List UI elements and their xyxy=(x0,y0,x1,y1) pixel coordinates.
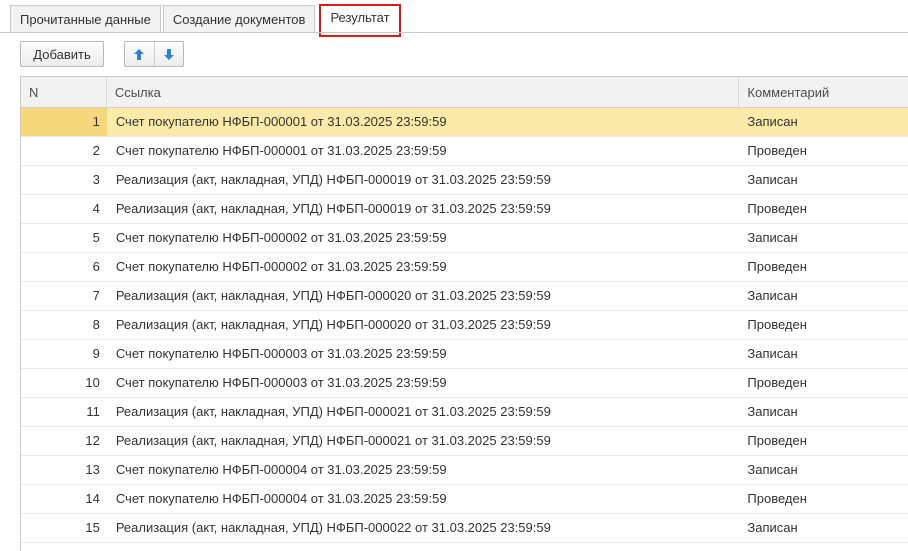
result-table: N Ссылка Комментарий 1 Счет покупателю НФ… xyxy=(20,76,908,551)
table-row[interactable]: 15 Реализация (акт, накладная, УПД) НФБП-… xyxy=(21,514,908,543)
row-link: Счет покупателю НФБП-000003 от 31.03.202… xyxy=(115,375,447,390)
row-comment: Проведен xyxy=(747,491,807,506)
table-row[interactable]: 14 Счет покупателю НФБП-000004 от 31.03.2… xyxy=(21,485,908,514)
row-comment: Записан xyxy=(747,288,798,303)
tab-read-data[interactable]: Прочитанные данные xyxy=(10,5,161,33)
row-link: Счет покупателю НФБП-000001 от 31.03.202… xyxy=(115,143,447,158)
row-link: Счет покупателю НФБП-000004 от 31.03.202… xyxy=(115,491,447,506)
row-comment: Проведен xyxy=(747,259,807,274)
row-number: 6 xyxy=(92,259,100,274)
row-comment: Записан xyxy=(747,114,798,129)
tab-bar: Прочитанные данные Создание документов Р… xyxy=(10,4,403,37)
row-number: 5 xyxy=(92,230,100,245)
row-link: Реализация (акт, накладная, УПД) НФБП-00… xyxy=(115,201,551,216)
row-link: Счет покупателю НФБП-000002 от 31.03.202… xyxy=(115,230,447,245)
tab-create-documents[interactable]: Создание документов xyxy=(162,5,316,33)
move-up-button[interactable] xyxy=(125,42,154,66)
table-row[interactable]: 13 Счет покупателю НФБП-000004 от 31.03.2… xyxy=(21,456,908,485)
row-number: 4 xyxy=(92,201,100,216)
row-number: 15 xyxy=(85,520,100,535)
row-number: 10 xyxy=(85,375,100,390)
table-row[interactable]: 5 Счет покупателю НФБП-000002 от 31.03.20… xyxy=(21,224,908,253)
row-number: 3 xyxy=(92,172,100,187)
row-link: Реализация (акт, накладная, УПД) НФБП-00… xyxy=(115,433,551,448)
row-comment: Записан xyxy=(747,462,798,477)
row-link: Реализация (акт, накладная, УПД) НФБП-00… xyxy=(115,520,551,535)
table-header: N Ссылка Комментарий xyxy=(21,77,908,108)
row-number: 13 xyxy=(85,462,100,477)
row-comment: Записан xyxy=(747,172,798,187)
row-number: 7 xyxy=(92,288,100,303)
table-body: 1 Счет покупателю НФБП-000001 от 31.03.20… xyxy=(21,108,908,543)
table-row[interactable]: 10 Счет покупателю НФБП-000003 от 31.03.2… xyxy=(21,369,908,398)
row-comment: Проведен xyxy=(747,201,807,216)
arrow-up-icon xyxy=(134,48,145,60)
row-number: 2 xyxy=(92,143,100,158)
column-header-n[interactable]: N xyxy=(21,77,107,108)
table-row[interactable]: 11 Реализация (акт, накладная, УПД) НФБП-… xyxy=(21,398,908,427)
table-row[interactable]: 6 Счет покупателю НФБП-000002 от 31.03.20… xyxy=(21,253,908,282)
row-comment: Проведен xyxy=(747,375,807,390)
table-row[interactable]: 4 Реализация (акт, накладная, УПД) НФБП-0… xyxy=(21,195,908,224)
row-number: 8 xyxy=(92,317,100,332)
row-number: 1 xyxy=(21,108,107,136)
row-comment: Записан xyxy=(747,230,798,245)
table-row[interactable]: 7 Реализация (акт, накладная, УПД) НФБП-0… xyxy=(21,282,908,311)
table-row[interactable]: 3 Реализация (акт, накладная, УПД) НФБП-0… xyxy=(21,166,908,195)
column-header-comment[interactable]: Комментарий xyxy=(739,77,908,108)
table-row[interactable]: 2 Счет покупателю НФБП-000001 от 31.03.20… xyxy=(21,137,908,166)
row-comment: Записан xyxy=(747,520,798,535)
row-link: Реализация (акт, накладная, УПД) НФБП-00… xyxy=(115,172,551,187)
row-number: 14 xyxy=(85,491,100,506)
arrow-down-icon xyxy=(163,48,174,60)
row-number: 9 xyxy=(92,346,100,361)
tab-divider xyxy=(0,32,908,33)
row-number: 12 xyxy=(85,433,100,448)
row-link: Счет покупателю НФБП-000003 от 31.03.202… xyxy=(115,346,447,361)
row-link: Счет покупателю НФБП-000001 от 31.03.202… xyxy=(115,114,447,129)
row-link: Счет покупателю НФБП-000002 от 31.03.202… xyxy=(115,259,447,274)
row-comment: Записан xyxy=(747,404,798,419)
move-buttons xyxy=(124,41,184,67)
table-row[interactable]: 9 Счет покупателю НФБП-000003 от 31.03.20… xyxy=(21,340,908,369)
table-row[interactable]: 1 Счет покупателю НФБП-000001 от 31.03.20… xyxy=(21,108,908,137)
row-link: Реализация (акт, накладная, УПД) НФБП-00… xyxy=(115,317,551,332)
row-comment: Проведен xyxy=(747,143,807,158)
row-comment: Проведен xyxy=(747,317,807,332)
row-comment: Записан xyxy=(747,346,798,361)
table-row[interactable]: 12 Реализация (акт, накладная, УПД) НФБП-… xyxy=(21,427,908,456)
row-comment: Проведен xyxy=(747,433,807,448)
add-button[interactable]: Добавить xyxy=(20,41,104,67)
move-down-button[interactable] xyxy=(153,42,183,66)
table-row[interactable]: 8 Реализация (акт, накладная, УПД) НФБП-0… xyxy=(21,311,908,340)
row-link: Счет покупателю НФБП-000004 от 31.03.202… xyxy=(115,462,447,477)
add-button-label: Добавить xyxy=(33,46,91,62)
row-link: Реализация (акт, накладная, УПД) НФБП-00… xyxy=(115,404,551,419)
row-number: 11 xyxy=(86,404,100,419)
column-header-link[interactable]: Ссылка xyxy=(107,77,740,108)
row-link: Реализация (акт, накладная, УПД) НФБП-00… xyxy=(115,288,551,303)
